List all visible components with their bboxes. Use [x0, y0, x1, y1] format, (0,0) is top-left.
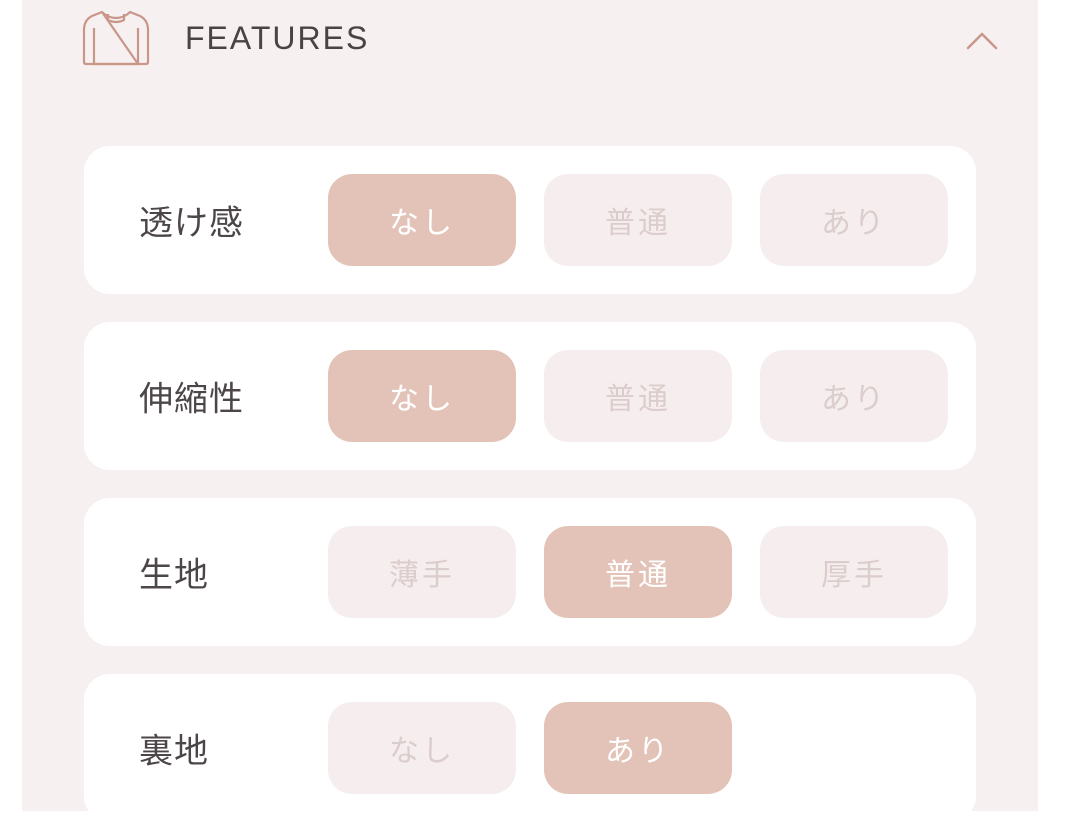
option-none[interactable]: なし — [328, 702, 516, 794]
option-thin[interactable]: 薄手 — [328, 526, 516, 618]
option-none[interactable]: なし — [328, 174, 516, 266]
feature-row-lining: 裏地 なし あり — [84, 674, 976, 822]
feature-row-stretch: 伸縮性 なし 普通 あり — [84, 322, 976, 470]
feature-row-fabric: 生地 薄手 普通 厚手 — [84, 498, 976, 646]
shirt-icon — [80, 6, 152, 66]
option-yes[interactable]: あり — [760, 350, 948, 442]
feature-label: 透け感 — [139, 203, 244, 244]
option-yes[interactable]: あり — [760, 174, 948, 266]
option-yes[interactable]: あり — [544, 702, 732, 794]
chevron-up-icon[interactable] — [962, 26, 1002, 56]
features-title: FEATURES — [185, 20, 370, 56]
option-normal[interactable]: 普通 — [544, 350, 732, 442]
features-header[interactable]: FEATURES — [22, 0, 1038, 90]
feature-label: 裏地 — [139, 731, 209, 772]
features-panel: FEATURES 透け感 なし 普通 あり 伸縮性 なし 普通 あり 生地 薄手… — [22, 0, 1038, 822]
option-thick[interactable]: 厚手 — [760, 526, 948, 618]
option-normal[interactable]: 普通 — [544, 526, 732, 618]
option-none[interactable]: なし — [328, 350, 516, 442]
feature-label: 伸縮性 — [139, 379, 244, 420]
feature-row-transparency: 透け感 なし 普通 あり — [84, 146, 976, 294]
option-normal[interactable]: 普通 — [544, 174, 732, 266]
page: FEATURES 透け感 なし 普通 あり 伸縮性 なし 普通 あり 生地 薄手… — [0, 0, 1080, 822]
feature-label: 生地 — [139, 555, 209, 596]
